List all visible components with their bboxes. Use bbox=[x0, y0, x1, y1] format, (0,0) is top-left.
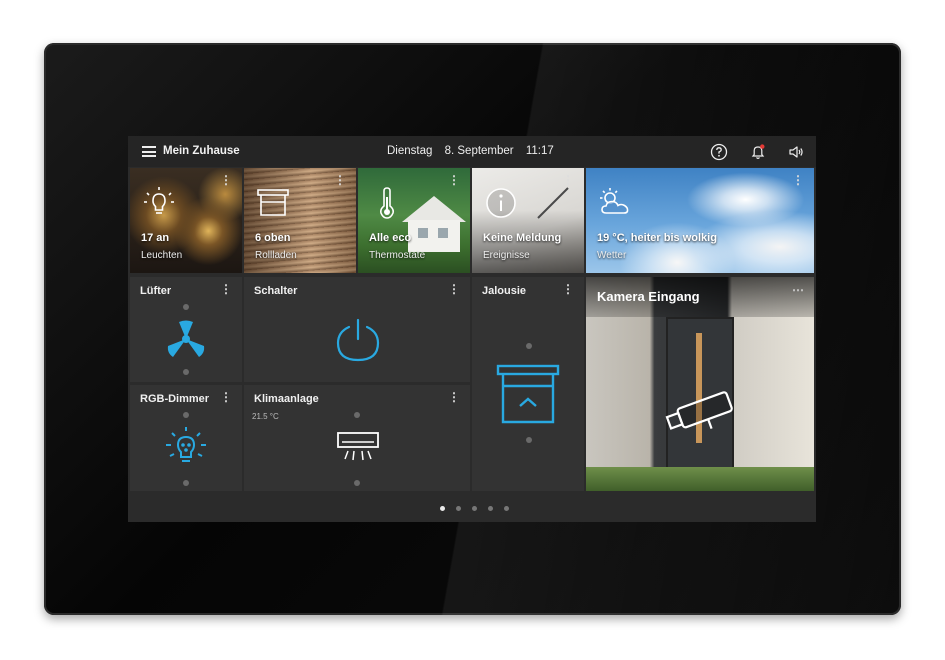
switch-title: Schalter bbox=[254, 285, 298, 297]
ac-temperature: 21.5 °C bbox=[252, 412, 279, 421]
blind-title: Jalousie bbox=[482, 285, 527, 297]
indicator-dot bbox=[183, 412, 189, 418]
indicator-dot bbox=[526, 437, 532, 443]
page-dot[interactable] bbox=[472, 506, 477, 511]
home-title[interactable]: Mein Zuhause bbox=[163, 145, 240, 157]
weather-value: 19 °C, heiter bis wolkig bbox=[597, 232, 717, 244]
blind-tile[interactable]: Jalousie ⋮ bbox=[472, 277, 584, 491]
indicator-dot bbox=[354, 480, 360, 486]
date: 8. September bbox=[444, 145, 514, 157]
more-icon[interactable]: ⋮ bbox=[792, 174, 804, 186]
info-icon bbox=[486, 188, 516, 218]
shutters-value: 6 oben bbox=[255, 232, 291, 244]
ac-tile[interactable]: Klimaanlage 21.5 °C ⋮ bbox=[244, 385, 470, 491]
date-time: Dienstag 8. September 11:17 bbox=[387, 145, 554, 157]
lightbulb-icon bbox=[144, 187, 174, 214]
dimmer-tile[interactable]: RGB-Dimmer ⋮ bbox=[130, 385, 242, 491]
page-dot[interactable] bbox=[440, 506, 445, 511]
lights-value: 17 an bbox=[141, 232, 170, 244]
thermostats-tile[interactable]: ⋮ Alle eco Thermostate bbox=[358, 168, 470, 273]
indicator-dot bbox=[183, 480, 189, 486]
lights-tile[interactable]: ⋮ 17 an Leuchten bbox=[130, 168, 242, 273]
fan-icon bbox=[167, 320, 205, 357]
fan-tile[interactable]: Lüfter ⋮ bbox=[130, 277, 242, 382]
lights-label: Leuchten bbox=[141, 250, 183, 261]
more-icon[interactable]: ⋮ bbox=[562, 174, 574, 186]
more-icon[interactable]: ⋮ bbox=[220, 391, 232, 403]
more-icon[interactable]: ⋮ bbox=[220, 174, 232, 186]
more-icon[interactable]: ⋮ bbox=[448, 174, 460, 186]
shutter-icon bbox=[257, 189, 289, 216]
dimmer-title: RGB-Dimmer bbox=[140, 393, 210, 405]
camera-icon bbox=[665, 391, 733, 430]
notification-badge bbox=[760, 144, 765, 149]
events-label: Ereignisse bbox=[483, 250, 530, 261]
thermostats-label: Thermostate bbox=[369, 250, 426, 261]
help-icon[interactable] bbox=[710, 143, 728, 161]
fan-title: Lüfter bbox=[140, 285, 172, 297]
ground bbox=[586, 467, 814, 491]
pencil-illustration bbox=[537, 187, 569, 219]
events-value: Keine Meldung bbox=[483, 232, 562, 244]
page-dot[interactable] bbox=[456, 506, 461, 511]
more-icon[interactable]: ⋯ bbox=[792, 283, 804, 297]
bulb-icon[interactable] bbox=[162, 425, 210, 471]
more-icon[interactable]: ⋮ bbox=[448, 391, 460, 403]
more-icon[interactable]: ⋮ bbox=[334, 174, 346, 186]
thermometer-icon bbox=[380, 187, 394, 219]
top-bar: Mein Zuhause Dienstag 8. September 11:17 bbox=[128, 136, 816, 167]
speaker-icon[interactable] bbox=[787, 143, 805, 161]
weather-label: Wetter bbox=[597, 250, 627, 261]
indicator-dot bbox=[354, 412, 360, 418]
shutters-label: Rollladen bbox=[255, 250, 297, 261]
weekday: Dienstag bbox=[387, 145, 433, 157]
air-conditioner-icon[interactable] bbox=[336, 431, 380, 463]
shutters-tile[interactable]: ⋮ 6 oben Rollladen bbox=[244, 168, 356, 273]
menu-icon[interactable] bbox=[142, 146, 156, 157]
thermostats-value: Alle eco bbox=[369, 232, 412, 244]
screen: Mein Zuhause Dienstag 8. September 11:17… bbox=[128, 136, 816, 522]
indicator-dot bbox=[183, 369, 189, 375]
indicator-dot bbox=[183, 304, 189, 310]
weather-tile[interactable]: ⋮ 19 °C, heiter bis wolkig Wetter bbox=[586, 168, 814, 273]
switch-tile[interactable]: Schalter ⋮ bbox=[244, 277, 470, 382]
blind-icon[interactable] bbox=[496, 364, 560, 426]
more-icon[interactable]: ⋮ bbox=[448, 283, 460, 295]
more-icon[interactable]: ⋮ bbox=[562, 283, 574, 295]
camera-title: Kamera Eingang bbox=[597, 289, 700, 304]
more-icon[interactable]: ⋮ bbox=[220, 283, 232, 295]
page-dot[interactable] bbox=[504, 506, 509, 511]
weather-icon bbox=[600, 188, 629, 214]
power-icon[interactable] bbox=[335, 317, 381, 363]
camera-tile[interactable]: Kamera Eingang ⋯ bbox=[586, 277, 814, 491]
page-dot[interactable] bbox=[488, 506, 493, 511]
events-tile[interactable]: ⋮ Keine Meldung Ereignisse bbox=[472, 168, 584, 273]
indicator-dot bbox=[526, 343, 532, 349]
ac-title: Klimaanlage bbox=[254, 393, 319, 405]
bell-icon[interactable] bbox=[749, 143, 767, 161]
time: 11:17 bbox=[525, 145, 554, 157]
